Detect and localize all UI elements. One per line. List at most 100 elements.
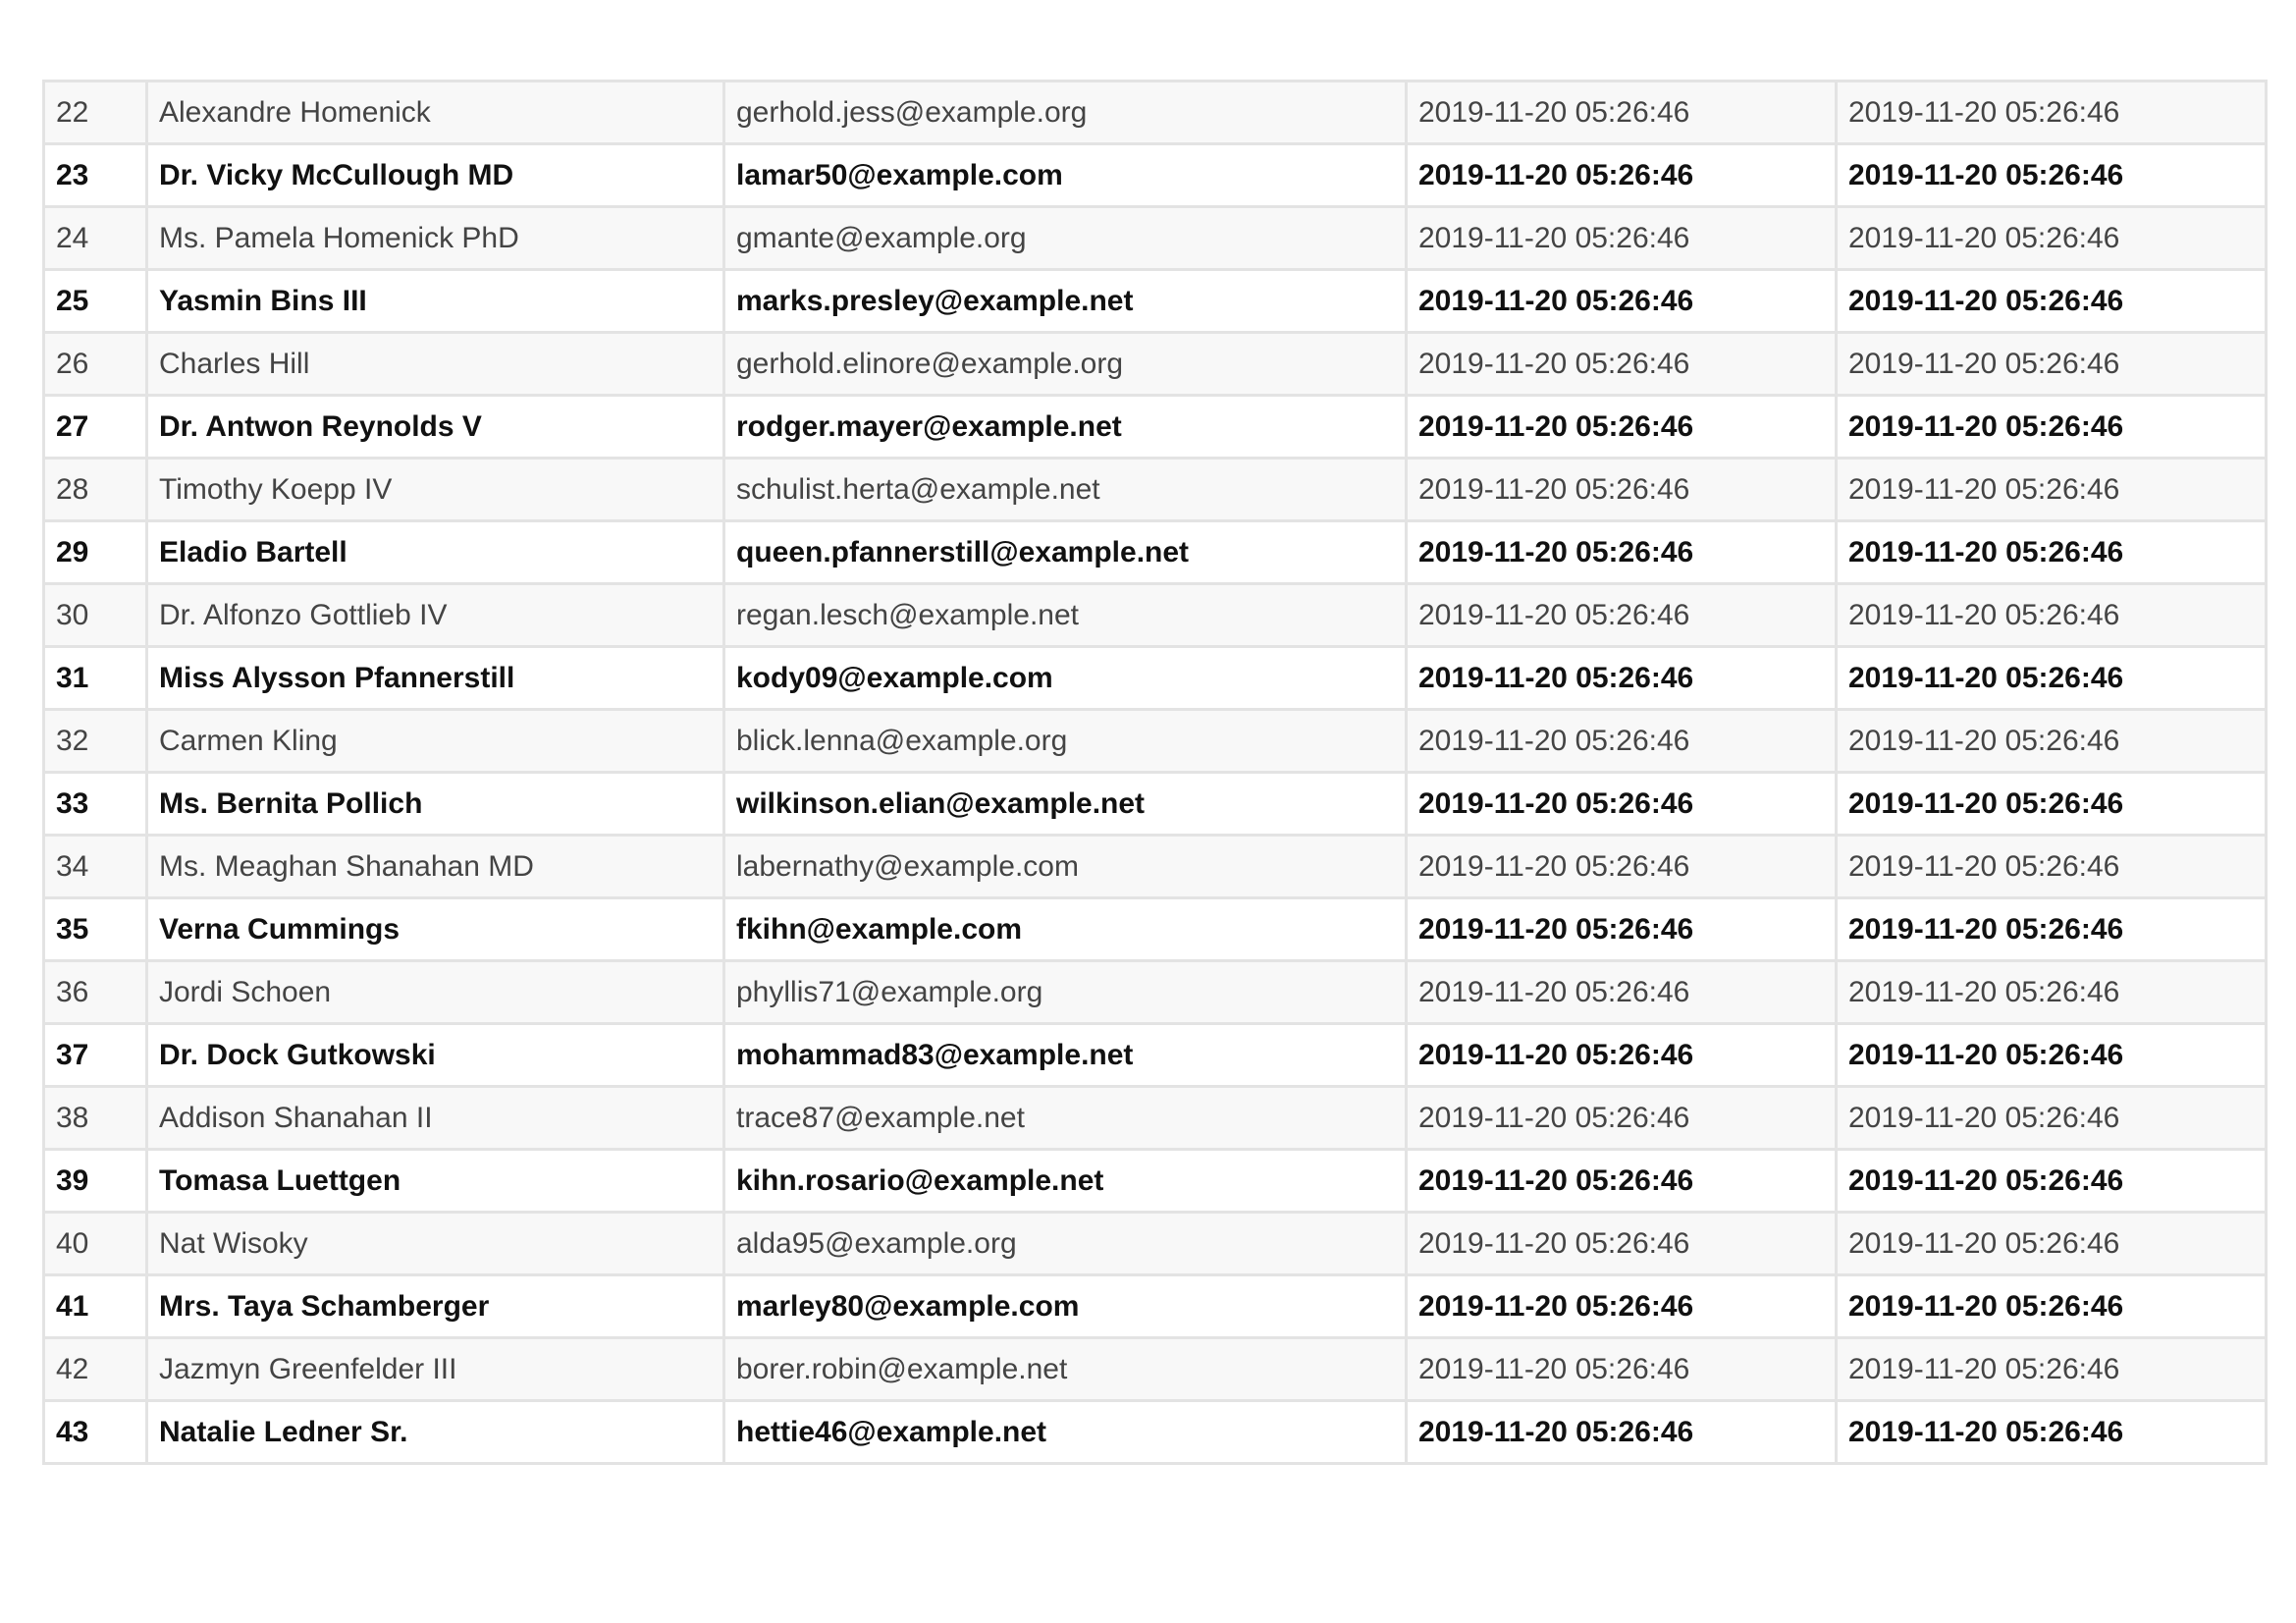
cell-id: 41 — [42, 1273, 148, 1339]
cell-id: 29 — [42, 519, 148, 585]
cell-email: gerhold.jess@example.org — [722, 80, 1408, 145]
cell-name: Verna Cummings — [145, 896, 725, 962]
cell-id: 25 — [42, 268, 148, 334]
cell-name: Natalie Ledner Sr. — [145, 1399, 725, 1465]
cell-id: 40 — [42, 1211, 148, 1276]
cell-id: 37 — [42, 1022, 148, 1088]
cell-name: Jazmyn Greenfelder III — [145, 1336, 725, 1402]
cell-updated-at: 2019-11-20 05:26:46 — [1835, 1273, 2268, 1339]
cell-name: Nat Wisoky — [145, 1211, 725, 1276]
cell-name: Dr. Dock Gutkowski — [145, 1022, 725, 1088]
cell-created-at: 2019-11-20 05:26:46 — [1405, 582, 1838, 648]
cell-updated-at: 2019-11-20 05:26:46 — [1835, 394, 2268, 460]
cell-created-at: 2019-11-20 05:26:46 — [1405, 1085, 1838, 1151]
cell-email: regan.lesch@example.net — [722, 582, 1408, 648]
cell-id: 33 — [42, 771, 148, 837]
cell-name: Timothy Koepp IV — [145, 457, 725, 522]
cell-name: Miss Alysson Pfannerstill — [145, 645, 725, 711]
cell-updated-at: 2019-11-20 05:26:46 — [1835, 1399, 2268, 1465]
table-row: 37 Dr. Dock Gutkowski mohammad83@example.n… — [42, 1022, 2268, 1088]
cell-created-at: 2019-11-20 05:26:46 — [1405, 771, 1838, 837]
cell-email: marks.presley@example.net — [722, 268, 1408, 334]
cell-id: 26 — [42, 331, 148, 397]
cell-email: kody09@example.com — [722, 645, 1408, 711]
cell-name: Tomasa Luettgen — [145, 1148, 725, 1214]
cell-updated-at: 2019-11-20 05:26:46 — [1835, 457, 2268, 522]
cell-updated-at: 2019-11-20 05:26:46 — [1835, 331, 2268, 397]
cell-id: 35 — [42, 896, 148, 962]
cell-email: blick.lenna@example.org — [722, 708, 1408, 774]
cell-updated-at: 2019-11-20 05:26:46 — [1835, 1148, 2268, 1214]
cell-updated-at: 2019-11-20 05:26:46 — [1835, 205, 2268, 271]
table-row: 32 Carmen Kling blick.lenna@example.org 201… — [42, 708, 2268, 774]
cell-created-at: 2019-11-20 05:26:46 — [1405, 142, 1838, 208]
cell-created-at: 2019-11-20 05:26:46 — [1405, 896, 1838, 962]
cell-email: kihn.rosario@example.net — [722, 1148, 1408, 1214]
cell-email: gmante@example.org — [722, 205, 1408, 271]
cell-id: 27 — [42, 394, 148, 460]
cell-updated-at: 2019-11-20 05:26:46 — [1835, 142, 2268, 208]
cell-updated-at: 2019-11-20 05:26:46 — [1835, 959, 2268, 1025]
cell-name: Alexandre Homenick — [145, 80, 725, 145]
cell-id: 42 — [42, 1336, 148, 1402]
cell-updated-at: 2019-11-20 05:26:46 — [1835, 519, 2268, 585]
cell-updated-at: 2019-11-20 05:26:46 — [1835, 771, 2268, 837]
table-row: 35 Verna Cummings fkihn@example.com 2019-11… — [42, 896, 2268, 962]
table-row: 24 Ms. Pamela Homenick PhD gmante@example.… — [42, 205, 2268, 271]
table-row: 42 Jazmyn Greenfelder III borer.robin@exam… — [42, 1336, 2268, 1402]
cell-updated-at: 2019-11-20 05:26:46 — [1835, 1085, 2268, 1151]
cell-email: borer.robin@example.net — [722, 1336, 1408, 1402]
cell-email: trace87@example.net — [722, 1085, 1408, 1151]
cell-email: marley80@example.com — [722, 1273, 1408, 1339]
cell-id: 43 — [42, 1399, 148, 1465]
table-row: 33 Ms. Bernita Pollich wilkinson.elian@exa… — [42, 771, 2268, 837]
cell-created-at: 2019-11-20 05:26:46 — [1405, 1211, 1838, 1276]
cell-id: 36 — [42, 959, 148, 1025]
cell-name: Dr. Vicky McCullough MD — [145, 142, 725, 208]
cell-id: 39 — [42, 1148, 148, 1214]
cell-id: 24 — [42, 205, 148, 271]
cell-updated-at: 2019-11-20 05:26:46 — [1835, 645, 2268, 711]
cell-email: schulist.herta@example.net — [722, 457, 1408, 522]
table-row: 23 Dr. Vicky McCullough MD lamar50@example… — [42, 142, 2268, 208]
cell-updated-at: 2019-11-20 05:26:46 — [1835, 80, 2268, 145]
cell-created-at: 2019-11-20 05:26:46 — [1405, 80, 1838, 145]
table-row: 34 Ms. Meaghan Shanahan MD labernathy@exam… — [42, 834, 2268, 899]
cell-name: Ms. Meaghan Shanahan MD — [145, 834, 725, 899]
table-row: 43 Natalie Ledner Sr. hettie46@example.net… — [42, 1399, 2268, 1465]
document-page: 22 Alexandre Homenick gerhold.jess@example… — [42, 80, 2268, 1465]
cell-name: Dr. Alfonzo Gottlieb IV — [145, 582, 725, 648]
table-row: 31 Miss Alysson Pfannerstill kody09@exampl… — [42, 645, 2268, 711]
cell-id: 28 — [42, 457, 148, 522]
cell-email: lamar50@example.com — [722, 142, 1408, 208]
cell-id: 32 — [42, 708, 148, 774]
cell-id: 22 — [42, 80, 148, 145]
cell-email: fkihn@example.com — [722, 896, 1408, 962]
users-table: 22 Alexandre Homenick gerhold.jess@example… — [42, 80, 2268, 1465]
cell-updated-at: 2019-11-20 05:26:46 — [1835, 582, 2268, 648]
cell-email: phyllis71@example.org — [722, 959, 1408, 1025]
cell-id: 30 — [42, 582, 148, 648]
cell-email: queen.pfannerstill@example.net — [722, 519, 1408, 585]
table-body: 22 Alexandre Homenick gerhold.jess@example… — [42, 80, 2268, 1465]
table-row: 30 Dr. Alfonzo Gottlieb IV regan.lesch@exa… — [42, 582, 2268, 648]
cell-name: Charles Hill — [145, 331, 725, 397]
table-row: 28 Timothy Koepp IV schulist.herta@example… — [42, 457, 2268, 522]
cell-created-at: 2019-11-20 05:26:46 — [1405, 959, 1838, 1025]
cell-name: Eladio Bartell — [145, 519, 725, 585]
table-row: 39 Tomasa Luettgen kihn.rosario@example.ne… — [42, 1148, 2268, 1214]
cell-created-at: 2019-11-20 05:26:46 — [1405, 708, 1838, 774]
cell-updated-at: 2019-11-20 05:26:46 — [1835, 1336, 2268, 1402]
cell-created-at: 2019-11-20 05:26:46 — [1405, 519, 1838, 585]
cell-created-at: 2019-11-20 05:26:46 — [1405, 1022, 1838, 1088]
table-row: 40 Nat Wisoky alda95@example.org 2019-11-20… — [42, 1211, 2268, 1276]
cell-id: 23 — [42, 142, 148, 208]
table-row: 27 Dr. Antwon Reynolds Vrodger.mayer@exam… — [42, 394, 2268, 460]
cell-updated-at: 2019-11-20 05:26:46 — [1835, 896, 2268, 962]
cell-created-at: 2019-11-20 05:26:46 — [1405, 331, 1838, 397]
cell-updated-at: 2019-11-20 05:26:46 — [1835, 1211, 2268, 1276]
cell-email: gerhold.elinore@example.org — [722, 331, 1408, 397]
cell-name: Mrs. Taya Schamberger — [145, 1273, 725, 1339]
cell-created-at: 2019-11-20 05:26:46 — [1405, 268, 1838, 334]
cell-updated-at: 2019-11-20 05:26:46 — [1835, 834, 2268, 899]
